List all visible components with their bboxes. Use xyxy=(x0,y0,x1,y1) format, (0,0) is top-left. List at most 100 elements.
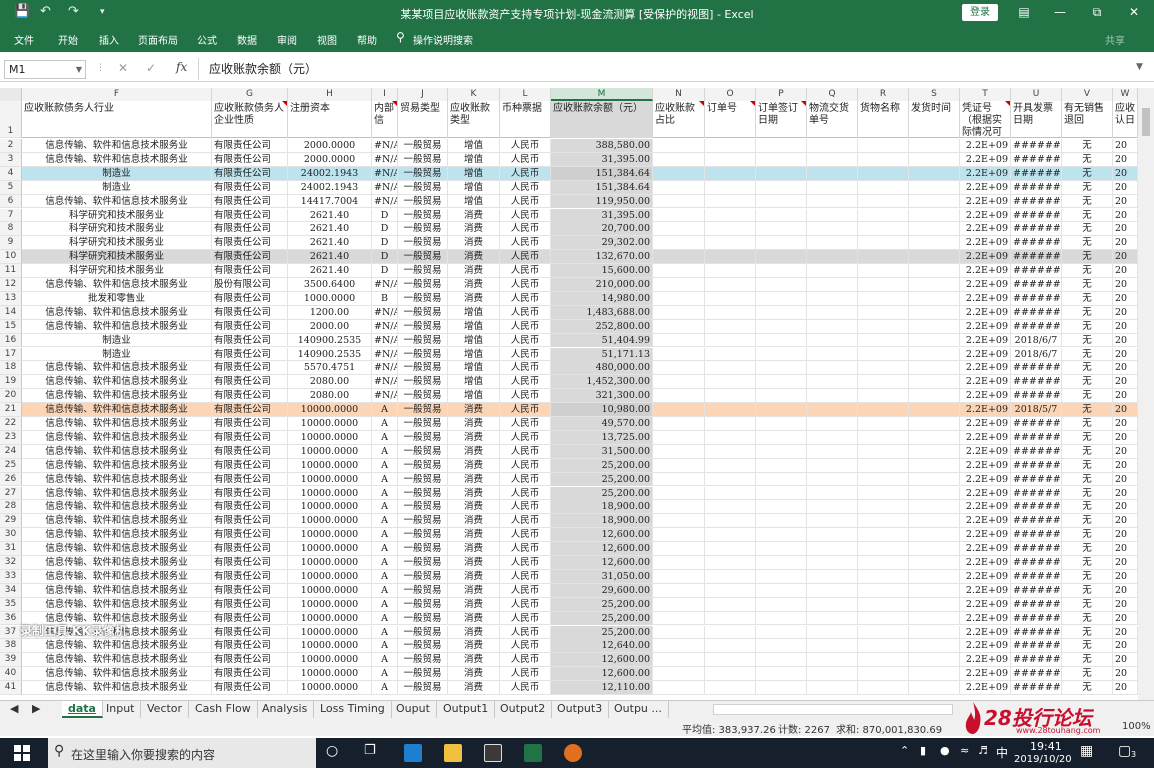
cell-g[interactable]: 有限责任公司 xyxy=(212,556,288,569)
cell-j[interactable]: 一般贸易 xyxy=(398,375,448,389)
select-all-corner[interactable] xyxy=(0,88,22,101)
cell-h[interactable]: 2621.40 xyxy=(288,222,372,236)
cell-r[interactable] xyxy=(858,653,909,667)
clock-date[interactable]: 2019/10/20 xyxy=(1014,754,1072,765)
cell-r[interactable] xyxy=(858,236,909,250)
cell-o[interactable] xyxy=(705,305,756,319)
cell-h[interactable]: 10000.0000 xyxy=(288,653,372,667)
cell-j[interactable]: 一般贸易 xyxy=(398,528,448,542)
cell-w[interactable]: 20 xyxy=(1113,472,1138,486)
cell-r[interactable] xyxy=(858,403,909,417)
cell-p[interactable] xyxy=(756,611,807,625)
cell-i[interactable]: #N/A xyxy=(372,347,398,361)
cell-g[interactable]: 有限责任公司 xyxy=(212,625,288,639)
cell-h[interactable]: 2000.00 xyxy=(288,319,372,333)
cell-u[interactable]: 2018/6/7 xyxy=(1011,333,1062,347)
row-number[interactable]: 24 xyxy=(0,444,22,459)
cell-h[interactable]: 10000.0000 xyxy=(288,542,372,556)
cell-j[interactable]: 一般贸易 xyxy=(398,569,448,583)
cell-n[interactable] xyxy=(653,542,705,556)
header-cell-t[interactable]: 凭证号（根据实际情况可 xyxy=(960,101,1011,138)
cell-o[interactable] xyxy=(705,542,756,556)
cell-m[interactable]: 20,700.00 xyxy=(551,222,653,236)
cell-l[interactable]: 人民币 xyxy=(500,403,551,417)
cell-u[interactable]: ######## xyxy=(1011,264,1062,278)
cell-h[interactable]: 2621.40 xyxy=(288,250,372,264)
cell-w[interactable]: 20 xyxy=(1113,208,1138,222)
cell-i[interactable]: A xyxy=(372,625,398,639)
cell-o[interactable] xyxy=(705,611,756,625)
row-number[interactable]: 15 xyxy=(0,319,22,334)
cell-s[interactable] xyxy=(909,417,960,430)
cell-i[interactable]: A xyxy=(372,514,398,528)
cell-w[interactable]: 20 xyxy=(1113,430,1138,444)
cell-v[interactable]: 无 xyxy=(1062,250,1113,264)
cell-n[interactable] xyxy=(653,556,705,569)
battery-icon[interactable]: ▮ xyxy=(920,744,926,757)
cell-h[interactable]: 14417.7004 xyxy=(288,194,372,208)
sheet-tab-analysis[interactable]: Analysis xyxy=(256,701,315,718)
cell-s[interactable] xyxy=(909,278,960,291)
cell-q[interactable] xyxy=(807,250,858,264)
cell-m[interactable]: 49,570.00 xyxy=(551,417,653,430)
cell-k[interactable]: 消费 xyxy=(448,291,500,305)
cell-k[interactable]: 消费 xyxy=(448,514,500,528)
row-number[interactable]: 21 xyxy=(0,403,22,417)
cell-i[interactable]: A xyxy=(372,583,398,597)
cell-o[interactable] xyxy=(705,583,756,597)
cell-f[interactable]: 信息传输、软件和信息技术服务业 xyxy=(22,597,212,611)
cell-t[interactable]: 2.2E+09 xyxy=(960,319,1011,333)
cell-w[interactable]: 20 xyxy=(1113,319,1138,333)
cell-n[interactable] xyxy=(653,208,705,222)
header-cell-j[interactable]: 贸易类型 xyxy=(398,101,448,138)
cell-w[interactable]: 20 xyxy=(1113,361,1138,375)
cell-t[interactable]: 2.2E+09 xyxy=(960,500,1011,514)
cell-f[interactable]: 信息传输、软件和信息技术服务业 xyxy=(22,542,212,556)
cell-l[interactable]: 人民币 xyxy=(500,389,551,403)
cell-k[interactable]: 消费 xyxy=(448,403,500,417)
cell-f[interactable]: 信息传输、软件和信息技术服务业 xyxy=(22,319,212,333)
cell-l[interactable]: 人民币 xyxy=(500,180,551,194)
cell-t[interactable]: 2.2E+09 xyxy=(960,514,1011,528)
cell-m[interactable]: 31,395.00 xyxy=(551,208,653,222)
header-cell-m[interactable]: 应收账款余额（元） xyxy=(551,101,653,138)
cell-v[interactable]: 无 xyxy=(1062,222,1113,236)
cell-k[interactable]: 消费 xyxy=(448,639,500,653)
cortana-icon[interactable]: ○ xyxy=(326,743,338,759)
column-header-g[interactable]: G xyxy=(212,88,288,101)
cell-q[interactable] xyxy=(807,569,858,583)
cell-i[interactable]: A xyxy=(372,667,398,681)
cell-s[interactable] xyxy=(909,319,960,333)
cell-i[interactable]: #N/A xyxy=(372,139,398,152)
cell-u[interactable]: ######## xyxy=(1011,375,1062,389)
cell-j[interactable]: 一般贸易 xyxy=(398,305,448,319)
cell-n[interactable] xyxy=(653,514,705,528)
cell-i[interactable]: A xyxy=(372,430,398,444)
header-cell-o[interactable]: 订单号 xyxy=(705,101,756,138)
cell-i[interactable]: #N/A xyxy=(372,194,398,208)
row-number[interactable]: 11 xyxy=(0,264,22,278)
cell-r[interactable] xyxy=(858,667,909,681)
cell-j[interactable]: 一般贸易 xyxy=(398,681,448,695)
cell-j[interactable]: 一般贸易 xyxy=(398,403,448,417)
cell-p[interactable] xyxy=(756,305,807,319)
cell-v[interactable]: 无 xyxy=(1062,556,1113,569)
cell-f[interactable]: 信息传输、软件和信息技术服务业 xyxy=(22,514,212,528)
cell-s[interactable] xyxy=(909,264,960,278)
cell-o[interactable] xyxy=(705,625,756,639)
row-number[interactable]: 41 xyxy=(0,681,22,695)
cell-g[interactable]: 有限责任公司 xyxy=(212,347,288,361)
cell-r[interactable] xyxy=(858,611,909,625)
cell-f[interactable]: 科学研究和技术服务业 xyxy=(22,250,212,264)
cell-o[interactable] xyxy=(705,180,756,194)
cell-m[interactable]: 13,725.00 xyxy=(551,430,653,444)
cell-g[interactable]: 有限责任公司 xyxy=(212,597,288,611)
cell-g[interactable]: 有限责任公司 xyxy=(212,180,288,194)
cell-q[interactable] xyxy=(807,500,858,514)
cell-u[interactable]: ######## xyxy=(1011,319,1062,333)
cell-m[interactable]: 31,050.00 xyxy=(551,569,653,583)
cell-f[interactable]: 科学研究和技术服务业 xyxy=(22,208,212,222)
cell-k[interactable]: 增值 xyxy=(448,166,500,180)
row-number[interactable]: 2 xyxy=(0,139,22,153)
cell-l[interactable]: 人民币 xyxy=(500,291,551,305)
